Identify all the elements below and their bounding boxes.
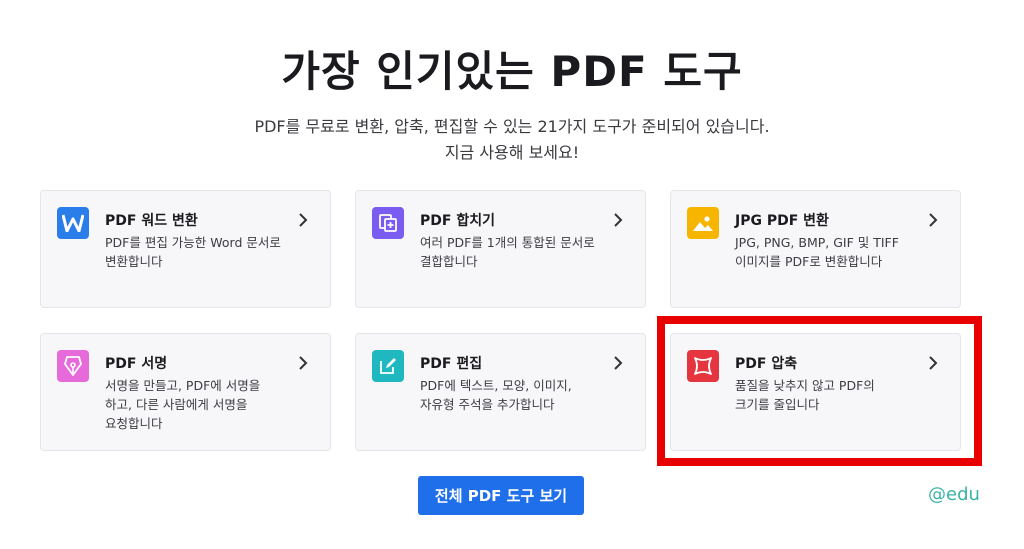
compress-icon — [687, 350, 719, 382]
tool-description: 여러 PDF를 1개의 통합된 문서로 결합합니다 — [420, 235, 595, 269]
merge-icon — [372, 207, 404, 239]
tool-card-edit-pdf[interactable]: PDF 편집 PDF에 텍스트, 모양, 이미지, 자유형 주석을 추가합니다 — [355, 333, 646, 451]
pen-nib-icon — [57, 350, 89, 382]
tool-title: PDF 압축 — [735, 356, 798, 372]
tool-card-jpg-to-pdf[interactable]: JPG PDF 변환 JPG, PNG, BMP, GIF 및 TIFF 이미지… — [670, 190, 961, 308]
tool-card-sign-pdf[interactable]: PDF 서명 서명을 만들고, PDF에 서명을 하고, 다른 사람에게 서명을… — [40, 333, 331, 451]
tool-card-compress-pdf[interactable]: PDF 압축 품질을 낮추지 않고 PDF의 크기를 줄입니다 — [670, 333, 961, 451]
image-icon — [687, 207, 719, 239]
tool-description: 서명을 만들고, PDF에 서명을 하고, 다른 사람에게 서명을 요청합니다 — [105, 378, 261, 431]
tool-title: PDF 서명 — [105, 356, 168, 372]
chevron-right-icon — [614, 213, 623, 227]
view-all-tools-button[interactable]: 전체 PDF 도구 보기 — [418, 476, 584, 515]
tool-title: PDF 합치기 — [420, 213, 495, 229]
edit-icon — [372, 350, 404, 382]
tool-card-merge-pdf[interactable]: PDF 합치기 여러 PDF를 1개의 통합된 문서로 결합합니다 — [355, 190, 646, 308]
page-title: 가장 인기있는 PDF 도구 — [281, 47, 743, 96]
chevron-right-icon — [929, 356, 938, 370]
tool-title: PDF 편집 — [420, 356, 483, 372]
tool-card-pdf-to-word[interactable]: PDF 워드 변환 PDF를 편집 가능한 Word 문서로 변환합니다 — [40, 190, 331, 308]
chevron-right-icon — [299, 356, 308, 370]
tool-title: JPG PDF 변환 — [735, 213, 829, 229]
tool-description: PDF에 텍스트, 모양, 이미지, 자유형 주석을 추가합니다 — [420, 378, 572, 412]
chevron-right-icon — [929, 213, 938, 227]
tool-description: JPG, PNG, BMP, GIF 및 TIFF 이미지를 PDF로 변환합니… — [735, 235, 899, 269]
tool-title: PDF 워드 변환 — [105, 213, 198, 229]
tool-description: 품질을 낮추지 않고 PDF의 크기를 줄입니다 — [735, 378, 875, 412]
page-subtitle: PDF를 무료로 변환, 압축, 편집할 수 있는 21가지 도구가 준비되어 … — [0, 114, 1024, 166]
watermark: @edu — [928, 484, 980, 505]
subtitle-line-1: PDF를 무료로 변환, 압축, 편집할 수 있는 21가지 도구가 준비되어 … — [254, 117, 770, 136]
chevron-right-icon — [299, 213, 308, 227]
chevron-right-icon — [614, 356, 623, 370]
tool-description: PDF를 편집 가능한 Word 문서로 변환합니다 — [105, 235, 281, 269]
word-icon — [57, 207, 89, 239]
subtitle-line-2: 지금 사용해 보세요! — [444, 143, 580, 162]
